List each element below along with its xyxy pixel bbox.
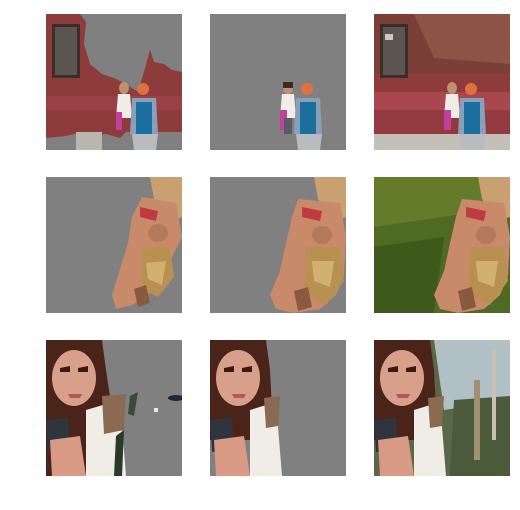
brick-wall-street-photo bbox=[374, 14, 510, 150]
row2-original-photo bbox=[374, 177, 510, 313]
people-mask-refined bbox=[210, 14, 346, 150]
row1-predicted-mask-image bbox=[46, 14, 182, 150]
row3-original-photo bbox=[374, 340, 510, 476]
row3-refined-mask-image bbox=[210, 340, 346, 476]
row1-refined-mask-image bbox=[210, 14, 346, 150]
row3-predicted-mask-image bbox=[46, 340, 182, 476]
woman-with-phone-photo bbox=[374, 340, 510, 476]
row2-predicted-mask-image bbox=[46, 177, 182, 313]
woman-on-grass-photo bbox=[374, 177, 510, 313]
row1-original-photo bbox=[374, 14, 510, 150]
phone-woman-mask-refined bbox=[210, 340, 346, 476]
image-grid bbox=[0, 0, 520, 510]
lying-woman-mask-refined bbox=[210, 177, 346, 313]
row2-refined-mask-image bbox=[210, 177, 346, 313]
phone-woman-mask-coarse bbox=[46, 340, 182, 476]
lying-woman-mask-coarse bbox=[46, 177, 182, 313]
brick-wall-mask-coarse bbox=[46, 14, 182, 150]
